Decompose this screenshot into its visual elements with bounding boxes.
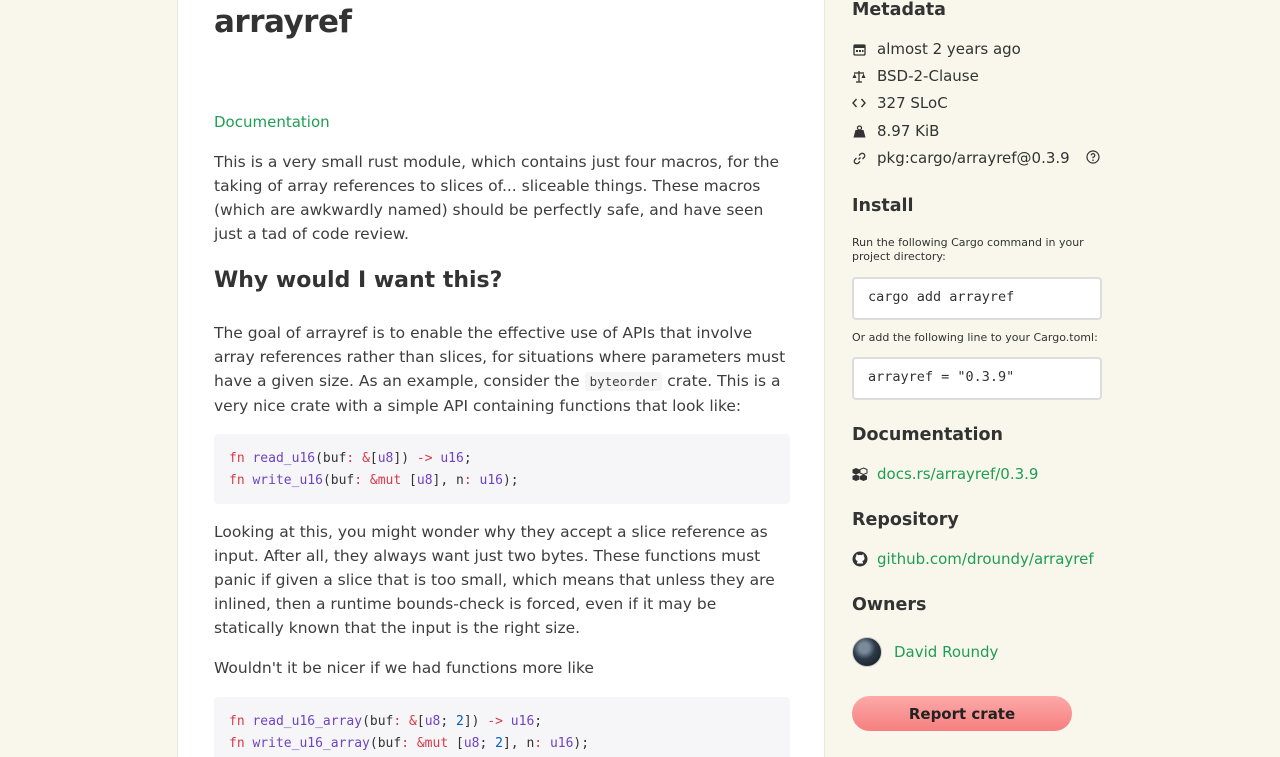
code-icon xyxy=(852,96,866,110)
meta-size: 8.97 KiB xyxy=(852,121,939,141)
inline-code-byteorder: byteorder xyxy=(584,372,663,391)
meta-license-text: BSD-2-Clause xyxy=(877,67,979,85)
install-toml-box[interactable]: arrayref = "0.3.9" xyxy=(852,357,1102,400)
code-block-array: fn read_u16_array(buf: &[u8; 2]) -> u16;… xyxy=(214,697,790,757)
install-heading: Install xyxy=(852,196,914,216)
owner-link[interactable]: David Roundy xyxy=(852,637,998,667)
docs-rs-link-text: docs.rs/arrayref/0.3.9 xyxy=(877,465,1039,483)
readme-panel: arrayref Documentation This is a very sm… xyxy=(177,0,825,757)
install-note-cargo-add: Run the following Cargo command in your … xyxy=(852,236,1084,263)
readme-nicer-paragraph: Wouldn't it be nicer if we had functions… xyxy=(214,659,594,677)
readme-intro: This is a very small rust module, which … xyxy=(214,153,780,243)
owners-heading: Owners xyxy=(852,595,927,615)
readme-goal-paragraph: The goal of arrayref is to enable the ef… xyxy=(214,321,790,418)
meta-updated: almost 2 years ago xyxy=(852,39,1021,59)
calendar-icon xyxy=(852,42,866,56)
docs-rs-icon xyxy=(852,466,868,481)
install-command-box[interactable]: cargo add arrayref xyxy=(852,277,1102,320)
meta-sloc-text: 327 SLoC xyxy=(877,94,948,112)
meta-license[interactable]: BSD-2-Clause xyxy=(852,66,979,86)
code-block-byteorder: fn read_u16(buf: &[u8]) -> u16; fn write_… xyxy=(214,434,790,504)
meta-purl: pkg:cargo/arrayref@0.3.9 xyxy=(852,148,1112,168)
readme-looking-paragraph: Looking at this, you might wonder why th… xyxy=(214,523,775,637)
install-note-toml: Or add the following line to your Cargo.… xyxy=(852,331,1098,344)
weight-icon xyxy=(852,124,866,138)
metadata-heading: Metadata xyxy=(852,0,946,20)
crate-title: arrayref xyxy=(214,4,352,40)
code-line: fn read_u16(buf: &[u8]) -> u16; xyxy=(229,451,472,466)
repository-link-text: github.com/droundy/arrayref xyxy=(877,550,1094,568)
docs-rs-link[interactable]: docs.rs/arrayref/0.3.9 xyxy=(852,465,1038,483)
meta-updated-text: almost 2 years ago xyxy=(877,40,1021,58)
github-icon xyxy=(852,551,868,567)
code-line: fn write_u16(buf: &mut [u8], n: u16); xyxy=(229,473,519,488)
owner-name: David Roundy xyxy=(894,643,999,661)
repository-link[interactable]: github.com/droundy/arrayref xyxy=(852,550,1094,568)
meta-sloc: 327 SLoC xyxy=(852,93,948,113)
code-line: fn read_u16_array(buf: &[u8; 2]) -> u16; xyxy=(229,714,543,729)
code-line: fn write_u16_array(buf: &mut [u8; 2], n:… xyxy=(229,736,590,751)
meta-size-text: 8.97 KiB xyxy=(877,122,940,140)
help-icon[interactable] xyxy=(1086,150,1102,166)
avatar xyxy=(852,637,882,667)
documentation-heading: Documentation xyxy=(852,425,1003,445)
scale-icon xyxy=(852,69,866,83)
link-icon xyxy=(852,151,866,165)
report-crate-button[interactable]: Report crate xyxy=(852,696,1072,731)
repository-heading: Repository xyxy=(852,510,959,530)
documentation-link[interactable]: Documentation xyxy=(214,113,330,131)
meta-purl-text: pkg:cargo/arrayref@0.3.9 xyxy=(877,149,1070,167)
readme-heading-why: Why would I want this? xyxy=(214,268,503,293)
